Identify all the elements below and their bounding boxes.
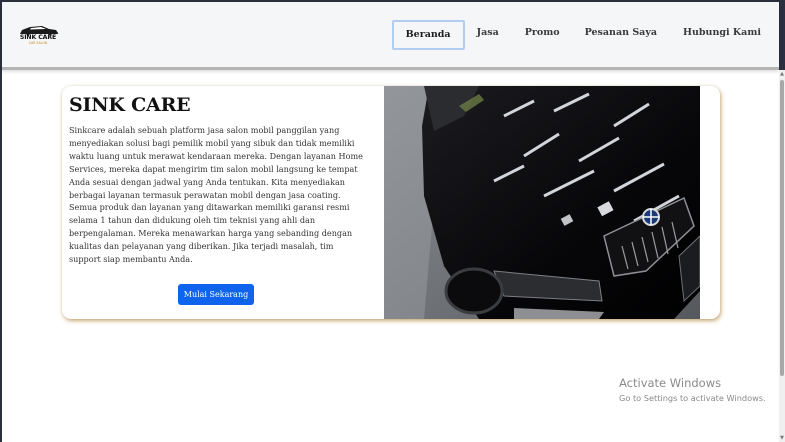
- brand-name: SINK CARE: [19, 34, 57, 41]
- nav-promo[interactable]: Promo: [525, 20, 560, 50]
- scroll-up-arrow-icon[interactable]: ▲: [779, 70, 785, 78]
- start-now-button[interactable]: Mulai Sekarang: [178, 284, 254, 305]
- nav-pesanan-saya[interactable]: Pesanan Saya: [585, 20, 657, 50]
- nav-jasa[interactable]: Jasa: [477, 20, 499, 50]
- windows-activation-watermark: Activate Windows Go to Settings to activ…: [619, 376, 766, 403]
- navbar: SINK CARE CAR SALON Beranda Jasa Promo P…: [2, 2, 779, 70]
- hero-card: SINK CARE Sinkcare adalah sebuah platfor…: [62, 86, 720, 319]
- watermark-title: Activate Windows: [619, 376, 722, 390]
- nav-beranda[interactable]: Beranda: [391, 20, 465, 50]
- car-photo-icon: [384, 86, 700, 319]
- watermark-subtitle: Go to Settings to activate Windows.: [619, 393, 766, 403]
- scroll-down-arrow-icon[interactable]: ▼: [779, 434, 785, 442]
- brand-logo[interactable]: SINK CARE CAR SALON: [16, 22, 60, 50]
- browser-viewport: SINK CARE CAR SALON Beranda Jasa Promo P…: [2, 2, 779, 442]
- page-scrollbar[interactable]: ▲ ▼: [779, 70, 785, 442]
- main-nav: Beranda Jasa Promo Pesanan Saya Hubungi …: [391, 20, 779, 50]
- hero-car-image: [384, 86, 700, 319]
- brand-tagline: CAR SALON: [28, 41, 48, 45]
- scroll-thumb[interactable]: [780, 80, 784, 376]
- nav-hubungi-kami[interactable]: Hubungi Kami: [683, 20, 761, 50]
- hero-description: Sinkcare adalah sebuah platform jasa sal…: [69, 125, 363, 265]
- hero-title: SINK CARE: [69, 94, 191, 116]
